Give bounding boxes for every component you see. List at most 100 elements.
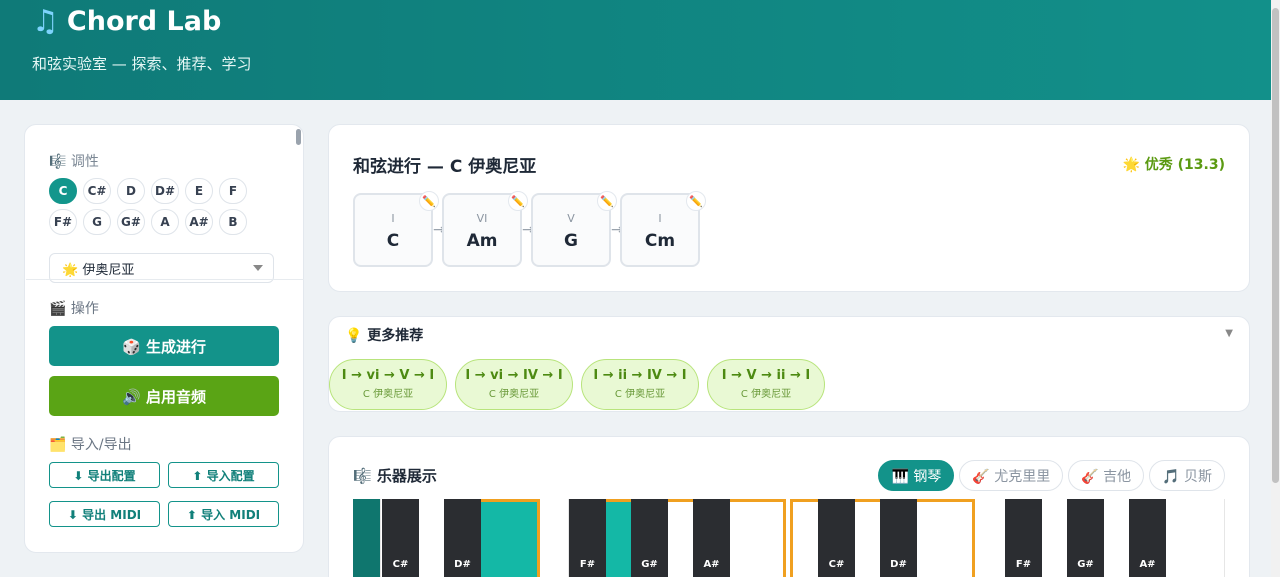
chord-name: Cm bbox=[644, 231, 676, 251]
key-button-f-sharp[interactable]: F# bbox=[49, 209, 77, 235]
arrow-right-icon: → bbox=[611, 222, 623, 238]
key-section-label: 🎼 调性 bbox=[49, 154, 99, 170]
chord-name: G bbox=[564, 231, 578, 251]
black-key-label: A# bbox=[1139, 559, 1156, 570]
pencil-icon[interactable]: ✏️ bbox=[686, 191, 706, 211]
actions-label: 🎬 操作 bbox=[49, 301, 99, 317]
key-button-e[interactable]: E bbox=[185, 178, 213, 204]
piano-black-key[interactable]: F# bbox=[1005, 499, 1042, 577]
mode-select-value: 🌟 伊奥尼亚 bbox=[62, 262, 135, 278]
app-title: ♫ Chord Lab bbox=[32, 4, 221, 39]
chord-card[interactable]: V G ✏️ bbox=[531, 191, 617, 267]
pencil-icon[interactable]: ✏️ bbox=[508, 191, 528, 211]
black-key-label: A# bbox=[703, 559, 720, 570]
recommendation-key: C 伊奥尼亚 bbox=[740, 389, 792, 400]
key-button-a-sharp[interactable]: A# bbox=[185, 209, 213, 235]
chord-sequence: I C ✏️ → VI Am ✏️ → V G ✏️ → I Cm ✏️ bbox=[353, 191, 706, 267]
recommendation-pill[interactable]: I → vi → IV → I C 伊奥尼亚 bbox=[455, 359, 573, 410]
music-note-icon: ♫ bbox=[32, 4, 59, 39]
export-midi-button[interactable]: ⬇ 导出 MIDI bbox=[49, 501, 160, 527]
chord-card[interactable]: VI Am ✏️ bbox=[442, 191, 528, 267]
piano-black-key[interactable]: D# bbox=[444, 499, 481, 577]
progression-title: 和弦进行 — C 伊奥尼亚 bbox=[353, 157, 537, 177]
recommendation-pill[interactable]: I → V → ii → I C 伊奥尼亚 bbox=[707, 359, 825, 410]
import-config-button[interactable]: ⬆ 导入配置 bbox=[168, 462, 279, 488]
recommendation-sequence: I → vi → V → I bbox=[341, 368, 435, 383]
collapse-caret-icon[interactable]: ▼ bbox=[1225, 328, 1233, 339]
generate-progression-button[interactable]: 🎲 生成进行 bbox=[49, 326, 279, 366]
app-header: ♫ Chord Lab 和弦实验室 — 探索、推荐、学习 bbox=[0, 0, 1280, 100]
import-midi-button[interactable]: ⬆ 导入 MIDI bbox=[168, 501, 279, 527]
recommendation-sequence: I → vi → IV → I bbox=[465, 368, 563, 383]
pencil-icon[interactable]: ✏️ bbox=[419, 191, 439, 211]
enable-audio-button[interactable]: 🔊 启用音频 bbox=[49, 376, 279, 416]
key-button-g-sharp[interactable]: G# bbox=[117, 209, 145, 235]
pencil-icon[interactable]: ✏️ bbox=[597, 191, 617, 211]
key-button-f[interactable]: F bbox=[219, 178, 247, 204]
black-key-label: F# bbox=[1015, 559, 1032, 570]
piano-black-key[interactable]: F# bbox=[569, 499, 606, 577]
page-scrollbar[interactable] bbox=[1271, 0, 1280, 577]
app-subtitle: 和弦实验室 — 探索、推荐、学习 bbox=[32, 55, 252, 73]
piano-keyboard: C# D# F# G# A# C# D# F# G# A# bbox=[353, 499, 1225, 577]
recommendation-list: I → vi → V → I C 伊奥尼亚 I → vi → IV → I C … bbox=[329, 359, 825, 410]
recommendation-sequence: I → V → ii → I bbox=[721, 368, 811, 383]
recommendation-key: C 伊奥尼亚 bbox=[488, 389, 540, 400]
tab-ukulele[interactable]: 🎸 尤克里里 bbox=[959, 460, 1064, 491]
chord-roman: VI bbox=[476, 212, 488, 225]
recommendation-pill[interactable]: I → vi → V → I C 伊奥尼亚 bbox=[329, 359, 447, 410]
key-button-g[interactable]: G bbox=[83, 209, 111, 235]
piano-black-key[interactable]: A# bbox=[693, 499, 730, 577]
tab-guitar[interactable]: 🎸 吉他 bbox=[1068, 460, 1145, 491]
black-key-label: F# bbox=[579, 559, 596, 570]
scrollbar-thumb[interactable] bbox=[1272, 8, 1279, 483]
recommendation-pill[interactable]: I → ii → IV → I C 伊奥尼亚 bbox=[581, 359, 699, 410]
piano-black-key[interactable]: G# bbox=[631, 499, 668, 577]
key-button-c-sharp[interactable]: C# bbox=[83, 178, 111, 204]
chord-roman: V bbox=[567, 212, 575, 225]
recommendation-sequence: I → ii → IV → I bbox=[593, 368, 687, 383]
recommendations-title: 💡 更多推荐 bbox=[345, 328, 424, 344]
piano-black-key[interactable]: G# bbox=[1067, 499, 1104, 577]
tab-piano[interactable]: 🎹 钢琴 bbox=[878, 460, 955, 491]
black-key-label: G# bbox=[1077, 559, 1094, 570]
black-key-label: D# bbox=[454, 559, 471, 570]
export-config-button[interactable]: ⬇ 导出配置 bbox=[49, 462, 160, 488]
chord-card[interactable]: I Cm ✏️ bbox=[620, 191, 706, 267]
black-key-label: C# bbox=[828, 559, 845, 570]
chord-name: Am bbox=[466, 231, 498, 251]
chord-name: C bbox=[386, 231, 400, 251]
chord-roman: I bbox=[658, 212, 662, 225]
piano-white-key[interactable] bbox=[353, 499, 381, 577]
key-button-a[interactable]: A bbox=[151, 209, 179, 235]
tab-bass[interactable]: 🎵 贝斯 bbox=[1149, 460, 1225, 491]
piano-black-key[interactable]: C# bbox=[818, 499, 855, 577]
recommendations-card: 💡 更多推荐 ▼ I → vi → V → I C 伊奥尼亚 I → vi → … bbox=[328, 316, 1250, 412]
section-divider bbox=[26, 279, 304, 280]
key-row-1: C C# D D# E F bbox=[49, 178, 247, 204]
instrument-tabs: 🎹 钢琴 🎸 尤克里里 🎸 吉他 🎵 贝斯 bbox=[878, 460, 1225, 491]
arrow-right-icon: → bbox=[433, 222, 445, 238]
piano-black-key[interactable]: D# bbox=[880, 499, 917, 577]
chevron-down-icon bbox=[253, 265, 263, 271]
chord-roman: I bbox=[391, 212, 395, 225]
import-export-label: 🗂️ 导入/导出 bbox=[49, 437, 132, 453]
quality-rating: 🌟 优秀 (13.3) bbox=[1122, 157, 1225, 173]
piano-black-key[interactable]: A# bbox=[1129, 499, 1166, 577]
recommendation-key: C 伊奥尼亚 bbox=[362, 389, 414, 400]
chord-card[interactable]: I C ✏️ bbox=[353, 191, 439, 267]
piano-black-key[interactable]: C# bbox=[382, 499, 419, 577]
panel-scroll-thumb[interactable] bbox=[296, 129, 301, 145]
key-button-d-sharp[interactable]: D# bbox=[151, 178, 179, 204]
recommendation-key: C 伊奥尼亚 bbox=[614, 389, 666, 400]
key-button-d[interactable]: D bbox=[117, 178, 145, 204]
key-button-b[interactable]: B bbox=[219, 209, 247, 235]
black-key-label: C# bbox=[392, 559, 409, 570]
key-button-c[interactable]: C bbox=[49, 178, 77, 204]
key-row-2: F# G G# A A# B bbox=[49, 209, 247, 235]
piano-white-key[interactable] bbox=[539, 499, 569, 577]
black-key-label: D# bbox=[890, 559, 907, 570]
control-panel: 🎼 调性 C C# D D# E F F# G G# A A# B 🌟 伊奥尼亚… bbox=[24, 124, 304, 553]
instrument-title: 🎼 乐器展示 bbox=[353, 467, 437, 485]
black-key-label: G# bbox=[641, 559, 658, 570]
